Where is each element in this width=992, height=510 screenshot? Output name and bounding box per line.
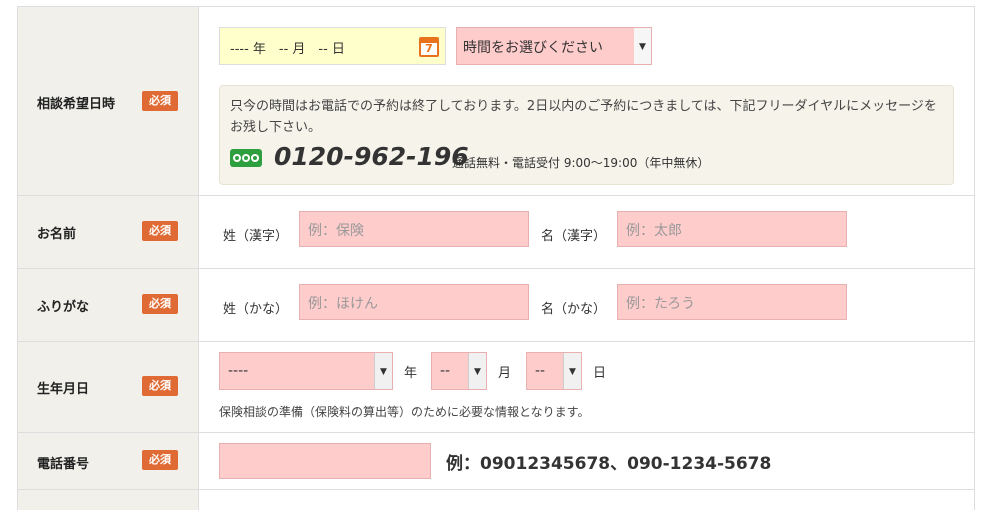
first-kana-placeholder: 例：たろう <box>626 296 696 312</box>
required-badge: 必須 <box>142 294 178 314</box>
time-select[interactable]: 時間をお選びください ▼ <box>456 27 652 65</box>
chevron-down-icon: ▼ <box>468 353 486 389</box>
value-cell: ---- 年 -- 月 -- 日 7 時間をお選びください ▼ 只今の時間はお電… <box>199 7 975 195</box>
phone-hours-note: 通話無料・電話受付 9:00〜19:00（年中無休） <box>452 156 710 170</box>
first-name-input[interactable]: 例：太郎 <box>617 211 847 247</box>
last-kana-label: 姓（かな） <box>223 302 289 317</box>
freedial-icon <box>230 149 262 167</box>
last-kana-placeholder: 例：ほけん <box>308 296 378 312</box>
phone-example: 例：09012345678、090-1234-5678 <box>446 454 772 474</box>
label-cell: 相談希望日時 必須 <box>18 7 199 195</box>
date-placeholder: ---- 年 -- 月 -- 日 <box>230 42 345 57</box>
row-phone: 電話番号 必須 例：09012345678、090-1234-5678 <box>18 433 975 490</box>
birth-year-select[interactable]: ---- ▼ <box>219 352 393 390</box>
row-birthday: 生年月日 必須 ---- ▼ 年 -- ▼ 月 -- ▼ 日 保険相談の準備（保… <box>18 342 975 433</box>
value-cell: 姓（かな） 例：ほけん 名（かな） 例：たろう <box>199 269 975 341</box>
row-name: お名前 必須 姓（漢字） 例：保険 名（漢字） 例：太郎 <box>18 196 975 269</box>
birth-month-select[interactable]: -- ▼ <box>431 352 487 390</box>
freedial-number[interactable]: 0120-962-196 <box>274 142 469 171</box>
required-badge: 必須 <box>142 91 178 111</box>
last-name-input[interactable]: 例：保険 <box>299 211 529 247</box>
value-cell: ---- ▼ 年 -- ▼ 月 -- ▼ 日 保険相談の準備（保険料の算出等）の… <box>199 342 975 432</box>
label-cell <box>18 490 199 510</box>
notice-text: 只今の時間はお電話での予約は終了しております。2日以内のご予約につきましては、下… <box>230 99 937 135</box>
notice-box: 只今の時間はお電話での予約は終了しております。2日以内のご予約につきましては、下… <box>219 85 954 185</box>
first-kana-label: 名（かな） <box>541 302 607 317</box>
chevron-down-icon: ▼ <box>563 353 581 389</box>
name-label: お名前 <box>37 227 77 242</box>
row-datetime: 相談希望日時 必須 ---- 年 -- 月 -- 日 7 時間をお選びください … <box>18 7 975 196</box>
phone-label: 電話番号 <box>37 457 90 472</box>
label-cell: 電話番号 必須 <box>18 433 199 489</box>
reservation-form: 相談希望日時 必須 ---- 年 -- 月 -- 日 7 時間をお選びください … <box>17 6 975 510</box>
value-cell: 例：09012345678、090-1234-5678 <box>199 433 975 489</box>
required-badge: 必須 <box>142 376 178 396</box>
phone-input[interactable] <box>219 443 431 479</box>
first-name-placeholder: 例：太郎 <box>626 223 682 239</box>
birth-day-select[interactable]: -- ▼ <box>526 352 582 390</box>
label-cell: 生年月日 必須 <box>18 342 199 432</box>
last-kana-input[interactable]: 例：ほけん <box>299 284 529 320</box>
label-cell: ふりがな 必須 <box>18 269 199 341</box>
month-unit: 月 <box>498 366 512 381</box>
chevron-down-icon: ▼ <box>374 353 392 389</box>
date-input[interactable]: ---- 年 -- 月 -- 日 7 <box>219 27 446 65</box>
birth-month-value: -- <box>440 363 451 379</box>
birth-day-value: -- <box>535 363 546 379</box>
value-cell: 姓（漢字） 例：保険 名（漢字） 例：太郎 <box>199 196 975 268</box>
first-kana-input[interactable]: 例：たろう <box>617 284 847 320</box>
kana-label: ふりがな <box>37 300 90 315</box>
last-name-placeholder: 例：保険 <box>308 223 364 239</box>
calendar-icon[interactable]: 7 <box>419 37 439 57</box>
day-unit: 日 <box>593 366 607 381</box>
required-badge: 必須 <box>142 221 178 241</box>
year-unit: 年 <box>404 366 418 381</box>
first-name-label: 名（漢字） <box>541 229 607 244</box>
birthday-note: 保険相談の準備（保険料の算出等）のために必要な情報となります。 <box>219 405 590 419</box>
row-kana: ふりがな 必須 姓（かな） 例：ほけん 名（かな） 例：たろう <box>18 269 975 342</box>
datetime-label: 相談希望日時 <box>37 97 116 112</box>
calendar-day: 7 <box>425 42 433 55</box>
required-badge: 必須 <box>142 450 178 470</box>
chevron-down-icon: ▼ <box>634 28 651 64</box>
value-cell <box>199 490 975 510</box>
row-next <box>18 490 975 510</box>
last-name-label: 姓（漢字） <box>223 229 289 244</box>
time-select-value: 時間をお選びください <box>463 40 603 56</box>
birth-year-value: ---- <box>228 363 249 379</box>
birthday-label: 生年月日 <box>37 382 90 397</box>
label-cell: お名前 必須 <box>18 196 199 268</box>
